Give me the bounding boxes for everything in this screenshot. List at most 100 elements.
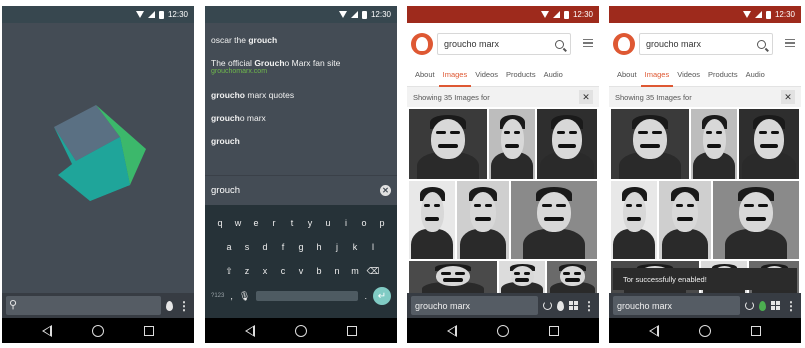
duckduckgo-logo-icon[interactable]: [613, 33, 635, 55]
tab-images[interactable]: Images: [438, 69, 472, 87]
suggestion-item[interactable]: oscar the grouch: [211, 35, 391, 45]
image-result[interactable]: [713, 181, 799, 259]
url-input[interactable]: groucho marx: [411, 296, 538, 315]
image-result[interactable]: [409, 181, 455, 259]
key-i[interactable]: i: [337, 218, 355, 228]
key-k[interactable]: k: [346, 242, 364, 252]
tab-products[interactable]: Products: [704, 69, 742, 87]
image-result[interactable]: [409, 109, 487, 179]
suggestion-item[interactable]: grouch: [211, 136, 391, 146]
key-b[interactable]: b: [310, 266, 328, 276]
key-v[interactable]: v: [292, 266, 310, 276]
home-icon[interactable]: [92, 324, 104, 337]
duckduckgo-logo-icon[interactable]: [411, 33, 433, 55]
search-icon[interactable]: [757, 39, 766, 49]
key-j[interactable]: j: [328, 242, 346, 252]
home-icon[interactable]: [497, 324, 509, 337]
tab-products[interactable]: Products: [502, 69, 540, 87]
tabs-icon[interactable]: [569, 301, 578, 310]
ddg-search-input[interactable]: groucho marx: [639, 33, 773, 55]
image-result[interactable]: [409, 261, 497, 295]
tabs-icon[interactable]: [771, 301, 780, 310]
overflow-menu-icon[interactable]: ⋮: [785, 300, 797, 312]
tab-videos[interactable]: Videos: [471, 69, 502, 87]
image-result[interactable]: [739, 109, 799, 179]
key-f[interactable]: f: [274, 242, 292, 252]
key-a[interactable]: a: [220, 242, 238, 252]
clear-icon[interactable]: ✕: [380, 185, 391, 196]
image-result[interactable]: [489, 109, 535, 179]
overflow-menu-icon[interactable]: ⋮: [178, 300, 190, 312]
key-c[interactable]: c: [274, 266, 292, 276]
key-p[interactable]: p: [373, 218, 391, 228]
symbols-key[interactable]: ?123: [211, 293, 224, 299]
image-result[interactable]: [611, 109, 689, 179]
image-result[interactable]: [691, 109, 737, 179]
image-result[interactable]: [457, 181, 509, 259]
tab-about[interactable]: About: [613, 69, 641, 87]
fire-icon[interactable]: [557, 300, 564, 311]
shift-key-icon[interactable]: ⇧: [220, 266, 238, 277]
tab-about[interactable]: About: [411, 69, 439, 87]
key-t[interactable]: t: [283, 218, 301, 228]
key-u[interactable]: u: [319, 218, 337, 228]
tab-images[interactable]: Images: [640, 69, 674, 87]
tab-audio[interactable]: Audio: [540, 69, 567, 87]
key-o[interactable]: o: [355, 218, 373, 228]
back-icon[interactable]: [649, 324, 659, 337]
image-result[interactable]: [499, 261, 545, 295]
tab-videos[interactable]: Videos: [673, 69, 704, 87]
back-icon[interactable]: [245, 324, 255, 337]
recents-icon[interactable]: [751, 325, 761, 336]
enter-key-icon[interactable]: ↵: [373, 287, 391, 305]
url-input[interactable]: groucho marx: [613, 296, 740, 315]
reload-icon[interactable]: [543, 301, 552, 310]
suggestion-item[interactable]: groucho marx quotes: [211, 90, 391, 100]
image-result[interactable]: [611, 181, 657, 259]
recents-icon[interactable]: [347, 325, 357, 336]
key-y[interactable]: y: [301, 218, 319, 228]
menu-icon[interactable]: [785, 39, 795, 47]
key-q[interactable]: q: [211, 218, 229, 228]
overflow-menu-icon[interactable]: ⋮: [583, 300, 595, 312]
fire-icon[interactable]: [166, 300, 173, 311]
backspace-key-icon[interactable]: ⌫: [364, 266, 382, 277]
home-icon[interactable]: [295, 324, 307, 337]
tor-fire-icon[interactable]: [759, 300, 766, 311]
close-icon[interactable]: ✕: [781, 90, 795, 104]
back-icon[interactable]: [447, 324, 457, 337]
close-icon[interactable]: ✕: [579, 90, 593, 104]
suggestion-item[interactable]: groucho marx: [211, 113, 391, 123]
search-input[interactable]: ⚲: [6, 296, 161, 315]
key-n[interactable]: n: [328, 266, 346, 276]
search-input[interactable]: grouch ✕: [205, 175, 397, 205]
key-d[interactable]: d: [256, 242, 274, 252]
ddg-search-input[interactable]: groucho marx: [437, 33, 571, 55]
tab-audio[interactable]: Audio: [742, 69, 769, 87]
reload-icon[interactable]: [745, 301, 754, 310]
key-l[interactable]: l: [364, 242, 382, 252]
comma-key[interactable]: ,: [230, 291, 233, 301]
key-z[interactable]: z: [238, 266, 256, 276]
search-icon[interactable]: [555, 39, 564, 49]
key-e[interactable]: e: [247, 218, 265, 228]
mic-icon[interactable]: 🎙: [239, 291, 250, 302]
recents-icon[interactable]: [144, 325, 154, 336]
image-result[interactable]: [537, 109, 597, 179]
recents-icon[interactable]: [549, 325, 559, 336]
image-result[interactable]: [659, 181, 711, 259]
key-x[interactable]: x: [256, 266, 274, 276]
key-s[interactable]: s: [238, 242, 256, 252]
suggestion-item[interactable]: The official Groucho Marx fan site grouch…: [211, 58, 391, 77]
spacebar[interactable]: [256, 291, 359, 301]
key-m[interactable]: m: [346, 266, 364, 276]
key-g[interactable]: g: [292, 242, 310, 252]
image-result[interactable]: [511, 181, 597, 259]
image-result[interactable]: [547, 261, 597, 295]
key-w[interactable]: w: [229, 218, 247, 228]
key-r[interactable]: r: [265, 218, 283, 228]
back-icon[interactable]: [42, 324, 52, 337]
menu-icon[interactable]: [583, 39, 593, 47]
key-h[interactable]: h: [310, 242, 328, 252]
period-key[interactable]: .: [364, 291, 367, 301]
